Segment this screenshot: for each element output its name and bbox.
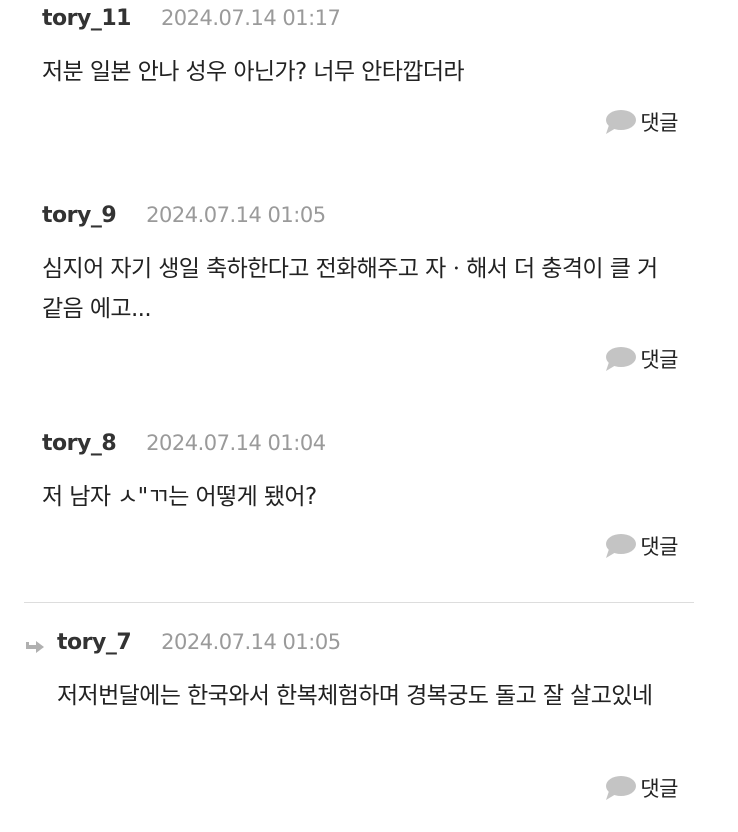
reply-label: 댓글 bbox=[640, 535, 678, 559]
comment-date: 2024.07.14 01:05 bbox=[161, 630, 341, 654]
reply-divider bbox=[24, 602, 694, 603]
speech-bubble-icon bbox=[606, 110, 637, 134]
comment-text: 저저번달에는 한국와서 한복체험하며 경복궁도 돌고 잘 살고있네 bbox=[57, 683, 653, 709]
reply-label: 댓글 bbox=[640, 111, 678, 135]
comment-date: 2024.07.14 01:05 bbox=[146, 203, 326, 227]
comment-text: 저분 일본 안나 성우 아닌가? 너무 안타깝더라 bbox=[42, 59, 465, 85]
comment-meta: tory_11 2024.07.14 01:17 bbox=[42, 6, 341, 36]
speech-bubble-icon bbox=[606, 776, 637, 800]
speech-bubble-icon bbox=[606, 347, 637, 371]
comment-author[interactable]: tory_9 bbox=[42, 203, 117, 228]
comment-meta: tory_9 2024.07.14 01:05 bbox=[42, 203, 326, 233]
comment-author[interactable]: tory_11 bbox=[42, 6, 131, 31]
comment-text: 저 남자 ㅅ"ㄲ는 어떻게 됐어? bbox=[42, 484, 317, 510]
reply-label: 댓글 bbox=[640, 777, 678, 801]
reply-button[interactable]: 댓글 bbox=[603, 345, 678, 373]
comment-date: 2024.07.14 01:04 bbox=[146, 431, 326, 455]
comment-meta: tory_7 2024.07.14 01:05 bbox=[57, 630, 341, 660]
reply-button[interactable]: 댓글 bbox=[603, 532, 678, 560]
comment-author[interactable]: tory_7 bbox=[57, 630, 132, 655]
reply-label: 댓글 bbox=[640, 348, 678, 372]
speech-bubble-icon bbox=[606, 534, 637, 558]
comment-author[interactable]: tory_8 bbox=[42, 431, 117, 456]
comment-text: 심지어 자기 생일 축하한다고 전화해주고 자ㆍ해서 더 충격이 클 거 같음 … bbox=[42, 256, 658, 322]
reply-button[interactable]: 댓글 bbox=[603, 108, 678, 136]
comment-date: 2024.07.14 01:17 bbox=[160, 6, 341, 30]
reply-button[interactable]: 댓글 bbox=[603, 774, 678, 802]
comment-meta: tory_8 2024.07.14 01:04 bbox=[42, 431, 326, 461]
reply-arrow-icon bbox=[26, 641, 44, 653]
